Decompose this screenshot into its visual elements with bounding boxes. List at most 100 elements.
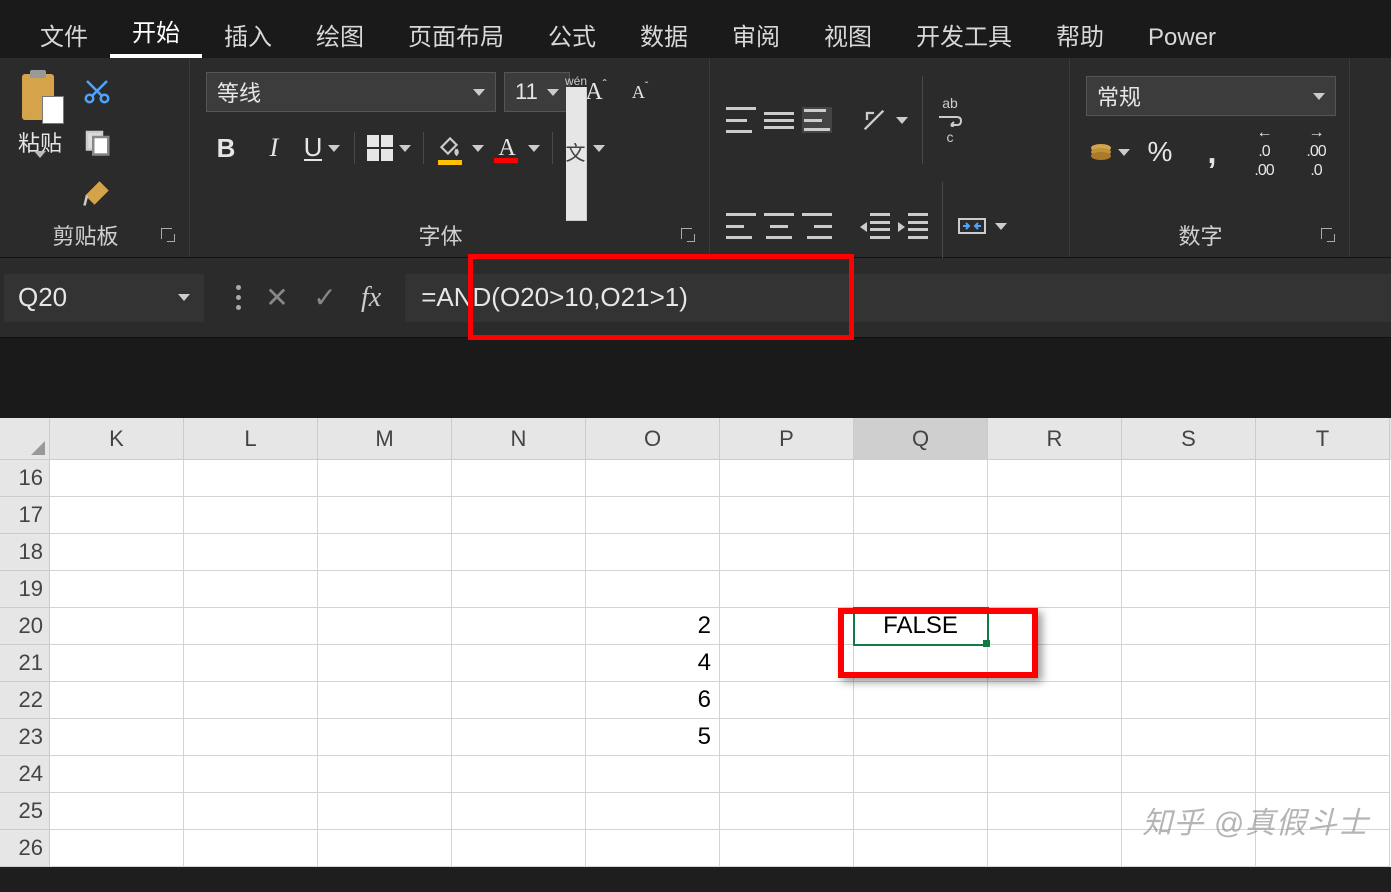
font-color-button[interactable]: A [492,128,540,168]
italic-button[interactable]: I [254,128,294,168]
cell-R20[interactable] [988,608,1122,645]
cell-M19[interactable] [318,571,452,608]
bold-button[interactable]: B [206,128,246,168]
wrap-text-icon[interactable]: ab c [937,95,963,145]
increase-decimal-icon[interactable]: ←.0.00 [1242,134,1286,170]
cell-R21[interactable] [988,645,1122,682]
cell-M22[interactable] [318,682,452,719]
cell-T23[interactable] [1256,719,1390,756]
tab-home[interactable]: 开始 [110,13,202,58]
cell-O18[interactable] [586,534,720,571]
cell-Q17[interactable] [854,497,988,534]
row-header-26[interactable]: 26 [0,830,50,867]
row-header-20[interactable]: 20 [0,608,50,645]
accounting-format-icon[interactable] [1086,134,1130,170]
clipboard-dialog-launcher[interactable] [159,226,177,244]
cell-P16[interactable] [720,460,854,497]
tab-layout[interactable]: 页面布局 [386,17,526,58]
accept-formula-icon[interactable]: ✓ [301,274,349,322]
cell-Q19[interactable] [854,571,988,608]
decrease-font-icon[interactable]: Aˇ [622,74,658,110]
cell-S22[interactable] [1122,682,1256,719]
cell-T22[interactable] [1256,682,1390,719]
cell-L21[interactable] [184,645,318,682]
cell-M26[interactable] [318,830,452,867]
tab-file[interactable]: 文件 [18,17,110,58]
cancel-formula-icon[interactable]: ✕ [253,274,301,322]
cell-L18[interactable] [184,534,318,571]
col-header-S[interactable]: S [1122,418,1256,460]
formula-bar-options[interactable] [224,285,253,310]
cell-P22[interactable] [720,682,854,719]
col-header-L[interactable]: L [184,418,318,460]
cell-M25[interactable] [318,793,452,830]
fx-icon[interactable]: fx [349,282,393,314]
cell-N16[interactable] [452,460,586,497]
borders-button[interactable] [367,128,411,168]
percent-format-icon[interactable]: % [1138,134,1182,170]
row-header-18[interactable]: 18 [0,534,50,571]
tab-draw[interactable]: 绘图 [294,17,386,58]
cell-K19[interactable] [50,571,184,608]
cell-R16[interactable] [988,460,1122,497]
cell-K17[interactable] [50,497,184,534]
col-header-P[interactable]: P [720,418,854,460]
row-header-23[interactable]: 23 [0,719,50,756]
paste-dropdown[interactable] [34,158,46,172]
row-header-22[interactable]: 22 [0,682,50,719]
cell-P19[interactable] [720,571,854,608]
cell-M21[interactable] [318,645,452,682]
cell-Q21[interactable] [854,645,988,682]
tab-power[interactable]: Power [1126,24,1238,58]
cell-O21[interactable]: 4 [586,645,720,682]
cell-R17[interactable] [988,497,1122,534]
col-header-T[interactable]: T [1256,418,1390,460]
cell-M24[interactable] [318,756,452,793]
paste-button[interactable]: 粘贴 [6,66,74,172]
cell-P25[interactable] [720,793,854,830]
merge-cells-icon[interactable] [957,211,987,241]
cell-L24[interactable] [184,756,318,793]
cell-Q22[interactable] [854,682,988,719]
cell-K26[interactable] [50,830,184,867]
tab-formula[interactable]: 公式 [526,17,618,58]
cell-O16[interactable] [586,460,720,497]
cell-P21[interactable] [720,645,854,682]
align-bottom-icon[interactable] [802,107,832,133]
cell-P18[interactable] [720,534,854,571]
cell-R19[interactable] [988,571,1122,608]
cell-N19[interactable] [452,571,586,608]
cell-T21[interactable] [1256,645,1390,682]
orientation-dropdown[interactable] [896,117,908,124]
tab-view[interactable]: 视图 [802,17,894,58]
cell-O17[interactable] [586,497,720,534]
cell-P20[interactable] [720,608,854,645]
cell-T17[interactable] [1256,497,1390,534]
col-header-M[interactable]: M [318,418,452,460]
col-header-O[interactable]: O [586,418,720,460]
align-middle-icon[interactable] [764,107,794,133]
comma-format-icon[interactable]: , [1190,134,1234,170]
tab-data[interactable]: 数据 [618,17,710,58]
cell-N23[interactable] [452,719,586,756]
cell-N25[interactable] [452,793,586,830]
align-left-icon[interactable] [726,213,756,239]
align-top-icon[interactable] [726,107,756,133]
merge-dropdown[interactable] [995,223,1007,230]
fill-color-button[interactable] [436,128,484,168]
align-center-icon[interactable] [764,213,794,239]
cell-L17[interactable] [184,497,318,534]
cell-Q25[interactable] [854,793,988,830]
cell-M23[interactable] [318,719,452,756]
number-format-combo[interactable]: 常规 [1086,76,1336,116]
decrease-decimal-icon[interactable]: →.00.0 [1294,134,1338,170]
cell-O22[interactable]: 6 [586,682,720,719]
cell-N21[interactable] [452,645,586,682]
cell-S23[interactable] [1122,719,1256,756]
decrease-indent-icon[interactable] [860,213,890,239]
number-dialog-launcher[interactable] [1319,226,1337,244]
cell-T20[interactable] [1256,608,1390,645]
cell-L26[interactable] [184,830,318,867]
align-right-icon[interactable] [802,213,832,239]
cell-M16[interactable] [318,460,452,497]
